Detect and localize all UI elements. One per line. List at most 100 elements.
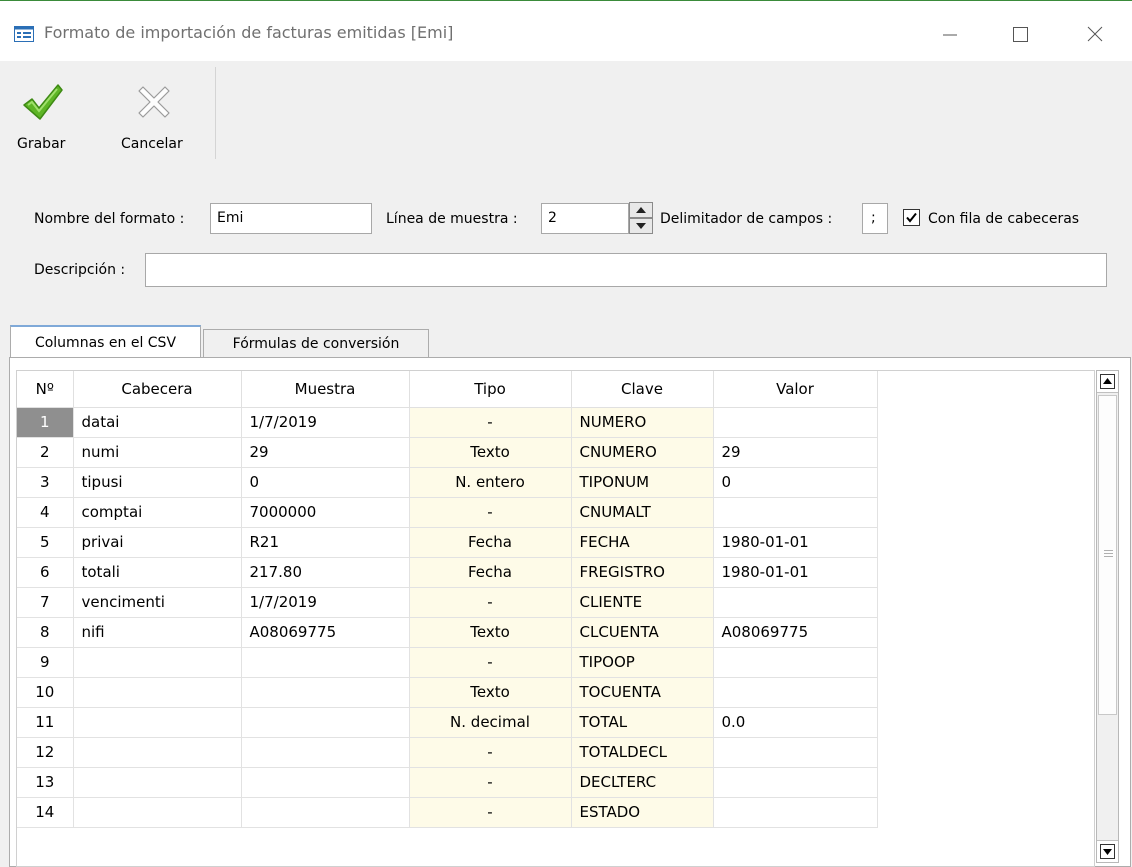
valor-cell[interactable] bbox=[713, 767, 878, 798]
tipo-cell[interactable]: - bbox=[409, 767, 572, 798]
clave-cell[interactable]: ESTADO bbox=[571, 797, 714, 828]
valor-cell[interactable]: 0.0 bbox=[713, 707, 878, 738]
minimize-icon[interactable] bbox=[935, 19, 965, 49]
row-number-cell[interactable]: 11 bbox=[17, 707, 74, 738]
muestra-cell[interactable]: 0 bbox=[241, 467, 410, 498]
table-row[interactable]: 8 nifi A08069775 Texto CLCUENTA A08069775 bbox=[17, 617, 878, 648]
clave-cell[interactable]: TOTAL bbox=[571, 707, 714, 738]
muestra-cell[interactable] bbox=[241, 647, 410, 678]
cabecera-cell[interactable] bbox=[73, 647, 242, 678]
muestra-cell[interactable]: A08069775 bbox=[241, 617, 410, 648]
valor-cell[interactable]: 0 bbox=[713, 467, 878, 498]
table-row[interactable]: 10 Texto TOCUENTA bbox=[17, 677, 878, 708]
cabecera-cell[interactable]: totali bbox=[73, 557, 242, 588]
row-number-cell[interactable]: 13 bbox=[17, 767, 74, 798]
clave-cell[interactable]: FREGISTRO bbox=[571, 557, 714, 588]
column-header-number[interactable]: Nº bbox=[17, 371, 74, 408]
muestra-cell[interactable] bbox=[241, 707, 410, 738]
cabecera-cell[interactable] bbox=[73, 737, 242, 768]
cabecera-cell[interactable]: datai bbox=[73, 407, 242, 438]
row-number-cell[interactable]: 4 bbox=[17, 497, 74, 528]
format-name-input[interactable]: Emi bbox=[210, 203, 372, 234]
muestra-cell[interactable]: 1/7/2019 bbox=[241, 587, 410, 618]
table-row[interactable]: 14 - ESTADO bbox=[17, 797, 878, 828]
cabecera-cell[interactable]: comptai bbox=[73, 497, 242, 528]
muestra-cell[interactable]: R21 bbox=[241, 527, 410, 558]
tipo-cell[interactable]: Texto bbox=[409, 437, 572, 468]
row-number-cell[interactable]: 14 bbox=[17, 797, 74, 828]
tipo-cell[interactable]: Fecha bbox=[409, 527, 572, 558]
cabecera-cell[interactable] bbox=[73, 767, 242, 798]
row-number-cell[interactable]: 10 bbox=[17, 677, 74, 708]
muestra-cell[interactable] bbox=[241, 767, 410, 798]
scroll-up-icon[interactable] bbox=[1097, 371, 1118, 393]
valor-cell[interactable]: 1980-01-01 bbox=[713, 527, 878, 558]
valor-cell[interactable]: 29 bbox=[713, 437, 878, 468]
tab-csv-columns[interactable]: Columnas en el CSV bbox=[10, 325, 201, 358]
column-header-muestra[interactable]: Muestra bbox=[241, 371, 410, 408]
table-row[interactable]: 9 - TIPOOP bbox=[17, 647, 878, 678]
clave-cell[interactable]: FECHA bbox=[571, 527, 714, 558]
row-number-cell[interactable]: 2 bbox=[17, 437, 74, 468]
table-row[interactable]: 13 - DECLTERC bbox=[17, 767, 878, 798]
header-row-checkbox[interactable] bbox=[903, 209, 920, 226]
scroll-down-icon[interactable] bbox=[1097, 840, 1118, 862]
tipo-cell[interactable]: - bbox=[409, 737, 572, 768]
tipo-cell[interactable]: - bbox=[409, 587, 572, 618]
clave-cell[interactable]: NUMERO bbox=[571, 407, 714, 438]
tab-conversion-formulas[interactable]: Fórmulas de conversión bbox=[203, 329, 429, 357]
muestra-cell[interactable]: 29 bbox=[241, 437, 410, 468]
cabecera-cell[interactable]: privai bbox=[73, 527, 242, 558]
clave-cell[interactable]: CNUMERO bbox=[571, 437, 714, 468]
column-header-cabecera[interactable]: Cabecera bbox=[73, 371, 242, 408]
description-input[interactable] bbox=[145, 253, 1107, 287]
row-number-cell[interactable]: 9 bbox=[17, 647, 74, 678]
cabecera-cell[interactable]: tipusi bbox=[73, 467, 242, 498]
tipo-cell[interactable]: Texto bbox=[409, 677, 572, 708]
table-row[interactable]: 6 totali 217.80 Fecha FREGISTRO 1980-01-01 bbox=[17, 557, 878, 588]
vertical-scrollbar[interactable] bbox=[1096, 370, 1119, 863]
table-row[interactable]: 1 datai 1/7/2019- NUMERO bbox=[17, 407, 878, 438]
row-number-cell[interactable]: 8 bbox=[17, 617, 74, 648]
table-row[interactable]: 7 vencimenti 1/7/2019- CLIENTE bbox=[17, 587, 878, 618]
save-button[interactable]: Grabar bbox=[6, 61, 84, 167]
tipo-cell[interactable]: - bbox=[409, 647, 572, 678]
table-row[interactable]: 12 - TOTALDECL bbox=[17, 737, 878, 768]
valor-cell[interactable] bbox=[713, 737, 878, 768]
tipo-cell[interactable]: Fecha bbox=[409, 557, 572, 588]
row-number-cell[interactable]: 7 bbox=[17, 587, 74, 618]
clave-cell[interactable]: CLIENTE bbox=[571, 587, 714, 618]
muestra-cell[interactable]: 1/7/2019 bbox=[241, 407, 410, 438]
valor-cell[interactable] bbox=[713, 587, 878, 618]
valor-cell[interactable]: 1980-01-01 bbox=[713, 557, 878, 588]
clave-cell[interactable]: CNUMALT bbox=[571, 497, 714, 528]
valor-cell[interactable] bbox=[713, 407, 878, 438]
column-header-tipo[interactable]: Tipo bbox=[409, 371, 572, 408]
row-number-cell[interactable]: 5 bbox=[17, 527, 74, 558]
column-header-valor[interactable]: Valor bbox=[713, 371, 878, 408]
spin-arrows-icon[interactable] bbox=[629, 202, 653, 234]
tipo-cell[interactable]: Texto bbox=[409, 617, 572, 648]
cabecera-cell[interactable]: numi bbox=[73, 437, 242, 468]
row-number-cell[interactable]: 3 bbox=[17, 467, 74, 498]
cabecera-cell[interactable] bbox=[73, 677, 242, 708]
table-row[interactable]: 3 tipusi 0 N. entero TIPONUM 0 bbox=[17, 467, 878, 498]
valor-cell[interactable] bbox=[713, 797, 878, 828]
tipo-cell[interactable]: - bbox=[409, 797, 572, 828]
table-row[interactable]: 11 N. decimal TOTAL 0.0 bbox=[17, 707, 878, 738]
row-number-cell[interactable]: 6 bbox=[17, 557, 74, 588]
muestra-cell[interactable] bbox=[241, 737, 410, 768]
table-row[interactable]: 4 comptai 7000000- CNUMALT bbox=[17, 497, 878, 528]
valor-cell[interactable] bbox=[713, 647, 878, 678]
muestra-cell[interactable]: 7000000 bbox=[241, 497, 410, 528]
valor-cell[interactable] bbox=[713, 677, 878, 708]
muestra-cell[interactable] bbox=[241, 797, 410, 828]
clave-cell[interactable]: TOCUENTA bbox=[571, 677, 714, 708]
valor-cell[interactable] bbox=[713, 497, 878, 528]
clave-cell[interactable]: TIPONUM bbox=[571, 467, 714, 498]
valor-cell[interactable]: A08069775 bbox=[713, 617, 878, 648]
cabecera-cell[interactable]: vencimenti bbox=[73, 587, 242, 618]
clave-cell[interactable]: CLCUENTA bbox=[571, 617, 714, 648]
clave-cell[interactable]: DECLTERC bbox=[571, 767, 714, 798]
row-number-cell[interactable]: 1 bbox=[17, 407, 74, 438]
